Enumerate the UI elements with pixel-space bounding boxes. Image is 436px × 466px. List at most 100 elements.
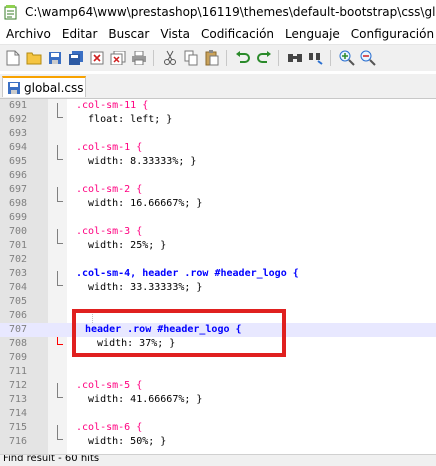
code-line: 699 — [0, 211, 436, 225]
line-number: 697 — [8, 184, 27, 195]
line-number: 706 — [8, 310, 27, 321]
line-number: 696 — [8, 170, 27, 181]
code-line: 694 .col-sm-1 { — [0, 141, 436, 155]
code-line: 691 .col-sm-11 { — [0, 99, 436, 113]
code-line: 702 — [0, 253, 436, 267]
code-line: 698 width: 16.66667%; } — [0, 197, 436, 211]
line-number: 691 — [8, 100, 27, 111]
code-line: 700 .col-sm-3 { — [0, 225, 436, 239]
saved-file-icon — [7, 81, 21, 95]
line-number: 704 — [8, 282, 27, 293]
new-file-icon[interactable] — [5, 50, 21, 66]
code-line: 703 .col-sm-4, header .row #header_logo … — [0, 267, 436, 281]
code-text: width: 16.66667%; } — [76, 198, 203, 209]
line-number: 699 — [8, 212, 27, 223]
toolbar-separator — [330, 50, 331, 66]
line-number: 707 — [8, 324, 27, 335]
print-icon[interactable] — [131, 50, 147, 66]
menu-archivo[interactable]: Archivo — [0, 27, 56, 41]
code-text: width: 33.33333%; } — [76, 282, 203, 293]
redo-icon[interactable] — [256, 50, 272, 66]
code-editor[interactable]: 691 .col-sm-11 { 692 float: left; } 693 … — [0, 99, 436, 454]
line-number: 692 — [8, 114, 27, 125]
code-line: 704 width: 33.33333%; } — [0, 281, 436, 295]
code-text: .col-sm-11 { — [76, 100, 149, 111]
title-bar: C:\wamp64\www\prestashop\16119\themes\de… — [0, 0, 436, 24]
menu-buscar[interactable]: Buscar — [102, 27, 154, 41]
save-all-icon[interactable] — [68, 50, 84, 66]
save-icon[interactable] — [47, 50, 63, 66]
line-number: 711 — [8, 366, 27, 377]
code-text: .col-sm-3 { — [76, 226, 143, 237]
code-line: 711 — [0, 365, 436, 379]
undo-icon[interactable] — [235, 50, 251, 66]
line-number: 695 — [8, 156, 27, 167]
line-number: 700 — [8, 226, 27, 237]
line-number: 693 — [8, 128, 27, 139]
code-line: 692 float: left; } — [0, 113, 436, 127]
toolbar-separator — [278, 50, 279, 66]
code-line: 705 — [0, 295, 436, 309]
line-number: 705 — [8, 296, 27, 307]
code-line: 695 width: 8.33333%; } — [0, 155, 436, 169]
line-number: 709 — [8, 352, 27, 363]
line-number: 694 — [8, 142, 27, 153]
code-line: 714 — [0, 407, 436, 421]
code-line: 716 width: 50%; } — [0, 435, 436, 449]
line-number: 702 — [8, 254, 27, 265]
line-number: 713 — [8, 394, 27, 405]
code-line: 715 .col-sm-6 { — [0, 421, 436, 435]
close-icon[interactable] — [89, 50, 105, 66]
code-line: 696 — [0, 169, 436, 183]
paste-icon[interactable] — [204, 50, 220, 66]
toolbar — [0, 44, 436, 71]
close-all-icon[interactable] — [110, 50, 126, 66]
line-number: 714 — [8, 408, 27, 419]
code-text: width: 8.33333%; } — [76, 156, 197, 167]
zoom-out-icon[interactable] — [360, 50, 376, 66]
menu-lenguaje[interactable]: Lenguaje — [279, 27, 345, 41]
toolbar-separator — [226, 50, 227, 66]
toolbar-separator — [153, 50, 154, 66]
code-line: 693 — [0, 127, 436, 141]
code-line: 701 width: 25%; } — [0, 239, 436, 253]
code-line: 712 .col-sm-5 { — [0, 379, 436, 393]
line-number: 712 — [8, 380, 27, 391]
copy-icon[interactable] — [183, 50, 199, 66]
code-text: width: 25%; } — [76, 240, 167, 251]
menu-bar: Archivo Editar Buscar Vista Codificación… — [0, 24, 436, 44]
find-icon[interactable] — [287, 50, 303, 66]
status-bar: Find result - 60 hits — [0, 454, 436, 466]
zoom-in-icon[interactable] — [339, 50, 355, 66]
replace-icon[interactable] — [308, 50, 324, 66]
status-text: Find result - 60 hits — [3, 454, 100, 464]
line-number: 703 — [8, 268, 27, 279]
menu-configuracion[interactable]: Configuración — [345, 27, 436, 41]
code-text: .col-sm-2 { — [76, 184, 143, 195]
code-text: width: 41.66667%; } — [76, 394, 203, 405]
code-line: 713 width: 41.66667%; } — [0, 393, 436, 407]
code-text: .col-sm-4, header .row #header_logo { — [76, 268, 299, 279]
code-text: .col-sm-1 { — [76, 142, 143, 153]
code-text: .col-sm-6 { — [76, 422, 143, 433]
line-number: 715 — [8, 422, 27, 433]
code-text: float: left; } — [76, 114, 173, 125]
code-line: 697 .col-sm-2 { — [0, 183, 436, 197]
menu-editar[interactable]: Editar — [56, 27, 103, 41]
highlight-annotation-box — [72, 309, 286, 357]
open-file-icon[interactable] — [26, 50, 42, 66]
window-title: C:\wamp64\www\prestashop\16119\themes\de… — [25, 5, 436, 19]
line-number: 701 — [8, 240, 27, 251]
menu-vista[interactable]: Vista — [154, 27, 195, 41]
line-number: 698 — [8, 198, 27, 209]
notepad-plus-plus-icon — [3, 4, 19, 20]
menu-codificacion[interactable]: Codificación — [195, 27, 279, 41]
tab-global-css[interactable]: global.css — [2, 76, 86, 97]
code-text: width: 50%; } — [76, 436, 167, 447]
tab-bar: global.css — [0, 74, 436, 99]
tab-label: global.css — [24, 80, 84, 95]
line-number: 716 — [8, 436, 27, 447]
code-text: .col-sm-5 { — [76, 380, 143, 391]
cut-icon[interactable] — [162, 50, 178, 66]
line-number: 708 — [8, 338, 27, 349]
